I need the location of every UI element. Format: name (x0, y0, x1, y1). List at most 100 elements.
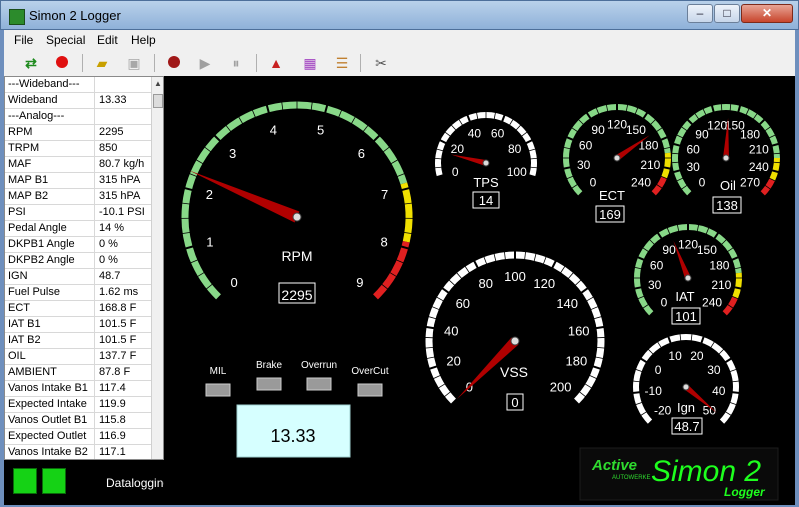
list-row[interactable]: DKPB1 Angle 0 % (5, 237, 151, 253)
menu-edit[interactable]: Edit (97, 33, 118, 47)
indicator-lamp (256, 377, 282, 391)
list-row[interactable]: Expected Intake 119.9 (5, 397, 151, 413)
list-row[interactable]: Vanos Outlet B1 115.8 (5, 413, 151, 429)
ign-gauge: -20-10010 20304050Ign48.7 (632, 333, 740, 435)
ect-tick-label: 60 (579, 138, 593, 152)
tps-value: 14 (479, 193, 493, 208)
sensor-value: 0 % (99, 238, 118, 250)
list-row[interactable]: PSI -10.1 PSI (5, 205, 151, 221)
stop-record-icon[interactable] (52, 53, 72, 73)
open-folder-icon[interactable]: ▰ (92, 53, 112, 73)
sensor-value (95, 109, 155, 124)
sensor-name: IAT B2 (5, 333, 95, 348)
list-row[interactable]: MAF 80.7 kg/h (5, 157, 151, 173)
sensor-name: DKPB2 Angle (5, 253, 95, 268)
tools-icon[interactable]: ✂ (371, 53, 391, 73)
scroll-up-icon[interactable]: ▲ (154, 79, 162, 88)
iat-zone (732, 272, 742, 299)
ign-tick-label: 20 (690, 349, 704, 363)
sensor-name: ---Wideband--- (5, 77, 95, 92)
tps-tick-label: 60 (491, 126, 505, 140)
ect-label: ECT (599, 188, 625, 203)
ect-tick-label: 150 (626, 123, 646, 137)
sensor-value: 119.9 (99, 398, 126, 410)
sensor-name: Expected Outlet (5, 429, 95, 444)
list-scrollbar[interactable]: ▲ (151, 77, 163, 459)
record-icon[interactable] (164, 53, 184, 73)
sensor-value: 117.1 (99, 446, 126, 458)
minimize-button[interactable]: – (687, 4, 713, 23)
tps-needle-hub (482, 159, 490, 167)
sensor-name: ECT (5, 301, 95, 316)
list-row[interactable]: Fuel Pulse 1.62 ms (5, 285, 151, 301)
menu-special[interactable]: Special (46, 33, 85, 47)
ign-tick-label: 40 (712, 384, 726, 398)
list-row[interactable]: IGN 48.7 (5, 269, 151, 285)
list-row[interactable]: MAP B1 315 hPA (5, 173, 151, 189)
vss-label: VSS (500, 364, 528, 380)
ect-needle-hub (613, 154, 621, 162)
logo-brand: Active (591, 457, 637, 474)
sensor-name: ---Analog--- (5, 109, 95, 124)
list-row[interactable]: AMBIENT 87.8 F (5, 365, 151, 381)
sensor-value: 850 (99, 142, 118, 154)
list-row[interactable]: ---Wideband--- (5, 77, 151, 93)
menu-help[interactable]: Help (131, 33, 156, 47)
indicator-label: Brake (256, 360, 283, 371)
list-row[interactable]: OIL 137.7 F (5, 349, 151, 365)
iat-needle-hub (684, 274, 692, 282)
list-row[interactable]: Vanos Intake B2 117.1 (5, 445, 151, 459)
sensor-name: Fuel Pulse (5, 285, 95, 300)
list-row[interactable]: Pedal Angle 14 % (5, 221, 151, 237)
list-row[interactable]: ---Analog--- (5, 109, 151, 125)
play-icon[interactable]: ▶ (195, 53, 215, 73)
indicator-brake: Brake (256, 360, 283, 391)
sensor-list[interactable]: ---Wideband--- Wideband 13.33 ---Analog--- R… (4, 76, 164, 460)
maximize-button[interactable]: □ (714, 4, 740, 23)
list-row[interactable]: IAT B2 101.5 F (5, 333, 151, 349)
ect-tick-label: 210 (640, 158, 660, 172)
indicator-label: OverCut (351, 366, 388, 377)
list-row[interactable]: Wideband 13.33 (5, 93, 151, 109)
save-disk-icon[interactable]: ▣ (124, 53, 144, 73)
toolbar: ⇄ ▰ ▣ ▶ ⏸ ▲ ▦ ☰ ✂ (4, 50, 795, 77)
indicator-label: MIL (210, 366, 227, 377)
sensor-name: TRPM (5, 141, 95, 156)
iat-tick-label: 60 (650, 258, 664, 272)
list-row[interactable]: RPM 2295 (5, 125, 151, 141)
rpm-tick-label: 2 (206, 187, 213, 202)
oil-tick-label: 60 (686, 143, 700, 157)
sensor-value: 1.62 ms (99, 286, 139, 298)
sensor-name: PSI (5, 205, 95, 220)
rpm-tick-label: 1 (206, 234, 213, 249)
oil-tick-label: 210 (749, 143, 769, 157)
vss-tick-label: 20 (446, 354, 460, 369)
table-icon[interactable]: ☰ (332, 53, 352, 73)
sensor-name: IGN (5, 269, 95, 284)
connect-arrows-icon[interactable]: ⇄ (21, 53, 41, 73)
list-row[interactable]: ECT 168.8 F (5, 301, 151, 317)
rpm-tick-label: 6 (358, 146, 365, 161)
list-row[interactable]: IAT B1 101.5 F (5, 317, 151, 333)
list-row[interactable]: TRPM 850 (5, 141, 151, 157)
list-row[interactable]: Expected Outlet 116.9 (5, 429, 151, 445)
indicator-label: Overrun (301, 360, 337, 371)
sensor-value: 137.7 F (99, 350, 137, 362)
pause-icon[interactable]: ⏸ (226, 53, 246, 73)
title-bar[interactable]: Simon 2 Logger – □ ✕ (0, 0, 799, 30)
list-row[interactable]: MAP B2 315 hPA (5, 189, 151, 205)
sensor-value: -10.1 PSI (99, 206, 145, 218)
list-row[interactable]: Vanos Intake B1 117.4 (5, 381, 151, 397)
menu-file[interactable]: File (14, 33, 33, 47)
tps-tick-label: 0 (452, 165, 459, 179)
chart-icon[interactable]: ▦ (300, 53, 320, 73)
warning-icon[interactable]: ▲ (266, 53, 286, 73)
tps-tick-label: 20 (451, 142, 465, 156)
sensor-value: 0 % (99, 254, 118, 266)
list-row[interactable]: DKPB2 Angle 0 % (5, 253, 151, 269)
close-button[interactable]: ✕ (741, 4, 793, 23)
datalogging-label: Datalogging (106, 476, 171, 490)
rpm-tick-label: 9 (356, 275, 363, 290)
sensor-value: 101.5 F (99, 318, 137, 330)
scroll-thumb[interactable] (153, 94, 163, 108)
